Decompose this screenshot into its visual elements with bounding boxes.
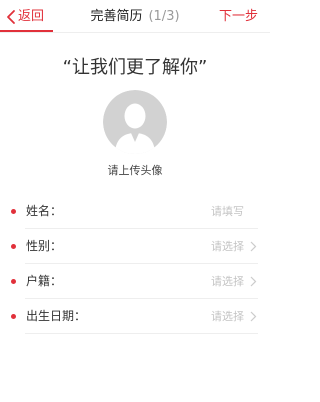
back-label: 返回	[18, 9, 45, 24]
name-input[interactable]: 请填写	[211, 203, 244, 220]
avatar-upload[interactable]	[103, 90, 167, 154]
household-field[interactable]: 户籍： 请选择	[0, 264, 270, 299]
gender-field[interactable]: 性别： 请选择	[0, 229, 270, 264]
profile-form: 姓名： 请填写 性别： 请选择 户籍： 请选择 出生日期： 请选择	[0, 194, 270, 334]
gender-select[interactable]: 请选择	[211, 238, 244, 255]
required-dot	[11, 314, 16, 319]
back-button[interactable]: 返回	[5, 8, 44, 26]
next-step-button[interactable]: 下一步	[219, 8, 258, 26]
field-label: 性别：	[26, 239, 63, 253]
back-underline	[0, 30, 53, 32]
nav-bar: 返回 完善简历 (1/3) 下一步	[0, 0, 270, 33]
name-field[interactable]: 姓名： 请填写	[0, 194, 270, 229]
avatar-hint: 请上传头像	[107, 164, 163, 177]
required-dot	[11, 244, 16, 249]
required-dot	[11, 209, 16, 214]
chevron-right-icon	[250, 311, 257, 322]
step-indicator: (1/3)	[148, 9, 180, 24]
field-label: 姓名：	[26, 204, 63, 218]
birthdate-select[interactable]: 请选择	[211, 308, 244, 325]
user-silhouette-icon	[103, 90, 167, 154]
birthdate-field[interactable]: 出生日期： 请选择	[0, 299, 270, 334]
required-dot	[11, 279, 16, 284]
household-select[interactable]: 请选择	[211, 273, 244, 290]
chevron-left-icon	[7, 10, 15, 24]
field-label: 户籍：	[26, 274, 63, 288]
headline: “让我们更了解你”	[62, 57, 208, 78]
page-title-text: 完善简历	[90, 9, 143, 24]
field-label: 出生日期：	[26, 309, 87, 323]
divider	[25, 333, 258, 334]
chevron-right-icon	[250, 241, 257, 252]
chevron-right-icon	[250, 276, 257, 287]
